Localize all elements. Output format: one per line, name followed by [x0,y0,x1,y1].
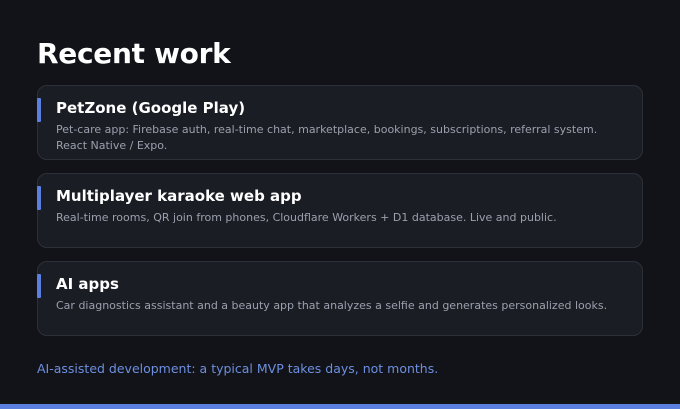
project-card-ai-apps: AI apps Car diagnostics assistant and a … [37,261,643,336]
project-card-karaoke: Multiplayer karaoke web app Real-time ro… [37,173,643,248]
bottom-accent-bar [0,404,680,409]
project-title: PetZone (Google Play) [56,99,246,117]
project-description: Real-time rooms, QR join from phones, Cl… [56,211,557,224]
project-card-petzone: PetZone (Google Play) Pet-care app: Fire… [37,85,643,160]
card-accent-bar [37,98,41,122]
project-description: Car diagnostics assistant and a beauty a… [56,299,608,312]
footer-note: AI-assisted development: a typical MVP t… [37,361,439,376]
project-description: Pet-care app: Firebase auth, real-time c… [56,123,598,152]
project-title: Multiplayer karaoke web app [56,187,302,205]
card-accent-bar [37,274,41,298]
section-title: Recent work [37,37,231,70]
card-accent-bar [37,186,41,210]
project-title: AI apps [56,275,119,293]
